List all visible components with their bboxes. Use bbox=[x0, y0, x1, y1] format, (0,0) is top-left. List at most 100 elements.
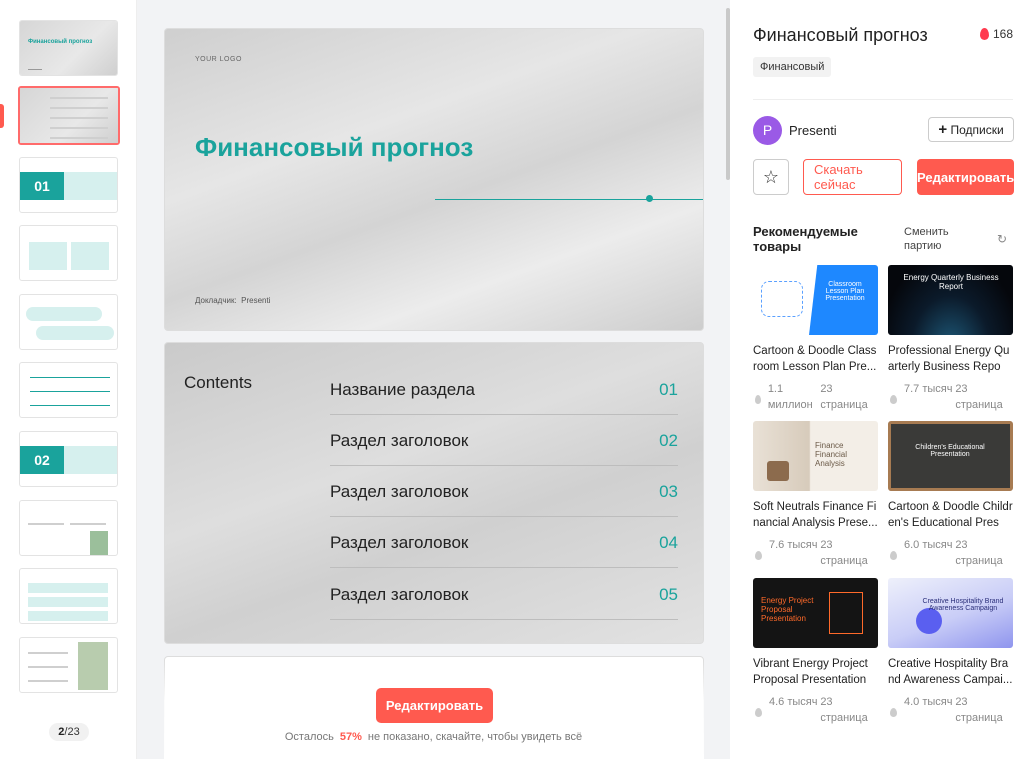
edit-button-center[interactable]: Редактировать bbox=[376, 688, 493, 723]
card-stats: 4.0 тысяч 23 страница bbox=[888, 694, 1013, 726]
slide-thumb-2[interactable] bbox=[18, 86, 120, 145]
contents-row: Раздел заголовок 02 bbox=[330, 415, 678, 466]
card-name: Cartoon & Doodle Classroom Lesson Plan P… bbox=[753, 345, 877, 373]
slide-title: Финансовый прогноз bbox=[195, 132, 474, 162]
recommended-card[interactable]: Children's Educational Presentation Cart… bbox=[888, 421, 1013, 569]
speaker-label: Докладчик: bbox=[195, 296, 237, 305]
contents-row-text: Раздел заголовок bbox=[330, 482, 469, 501]
card-thumb-text: Children's Educational Presentation bbox=[915, 444, 985, 458]
card-stats: 7.7 тысяч 23 страница bbox=[888, 381, 1013, 413]
thumb-band bbox=[28, 611, 108, 621]
slide-thumb-1[interactable]: Финансовый прогноз bbox=[19, 20, 118, 76]
refresh-icon[interactable]: ↻ bbox=[997, 232, 1007, 246]
contents-row-text: Раздел заголовок bbox=[330, 431, 469, 450]
remain-prefix: Осталось bbox=[284, 731, 334, 743]
thumb-line bbox=[50, 97, 108, 99]
slide-thumb-7[interactable]: 02 bbox=[19, 431, 118, 487]
thumb-background bbox=[20, 21, 117, 75]
card-name: Cartoon & Doodle Children's Educational … bbox=[888, 501, 1013, 529]
contents-row-number: 02 bbox=[659, 431, 678, 450]
recommended-card[interactable]: Energy Quarterly Business Report Profess… bbox=[888, 265, 1013, 413]
recommended-card[interactable]: Energy Project Proposal Presentation Vib… bbox=[753, 578, 878, 726]
card-pages: 23 страница bbox=[820, 696, 868, 724]
star-icon: ☆ bbox=[762, 166, 780, 188]
thumb-pill bbox=[36, 326, 114, 340]
card-thumbnail: Finance Financial Analysis bbox=[753, 421, 878, 491]
thumb-section-number: 01 bbox=[20, 172, 64, 200]
card-thumbnail: Creative Hospitality Brand Awareness Cam… bbox=[888, 578, 1013, 648]
download-button[interactable]: Скачать сейчас bbox=[803, 159, 902, 195]
likes-counter[interactable]: 168 bbox=[980, 27, 1013, 41]
slide-thumbnail-rail: Финансовый прогноз 01 02 2/23 bbox=[0, 0, 137, 759]
slide-thumb-3[interactable]: 01 bbox=[19, 157, 118, 213]
thumb-title: Финансовый прогноз bbox=[28, 39, 93, 45]
contents-title: Contents bbox=[184, 373, 253, 392]
thumb-line bbox=[28, 666, 68, 668]
card-pages: 23 страница bbox=[955, 539, 1003, 567]
edit-button[interactable]: Редактировать bbox=[917, 159, 1014, 195]
subscribe-button[interactable]: + Подписки bbox=[928, 117, 1014, 142]
thumb-line bbox=[28, 652, 68, 654]
card-views: 1.1 миллион bbox=[767, 383, 813, 411]
slide-thumb-5[interactable] bbox=[19, 294, 118, 350]
card-stats: 7.6 тысяч 23 страница bbox=[753, 537, 878, 569]
thumb-pill bbox=[26, 307, 102, 321]
contents-row-text: Название раздела bbox=[330, 380, 476, 399]
thumb-section-number: 02 bbox=[20, 446, 64, 474]
switch-batch-button[interactable]: Сменить партию bbox=[904, 225, 984, 253]
card-name: Vibrant Energy Project Proposal Presenta… bbox=[753, 658, 868, 686]
card-thumb-text: Classroom Lesson Plan Presentation bbox=[825, 281, 865, 302]
speaker-name: Presenti bbox=[241, 296, 271, 305]
contents-row-number: 05 bbox=[659, 585, 678, 604]
thumb-line bbox=[50, 107, 108, 109]
views-icon bbox=[755, 708, 762, 717]
flame-icon bbox=[980, 28, 989, 40]
page-total: /23 bbox=[64, 726, 80, 738]
card-views: 7.7 тысяч bbox=[904, 383, 953, 395]
thumb-line bbox=[30, 377, 110, 378]
card-name: Soft Neutrals Finance Financial Analysis… bbox=[753, 501, 878, 529]
thumb-plant bbox=[90, 531, 108, 555]
avatar[interactable]: P bbox=[753, 116, 782, 145]
thumb-line bbox=[30, 405, 110, 406]
card-name: Professional Energy Quarterly Business R… bbox=[888, 345, 1010, 373]
card-thumbnail: Energy Project Proposal Presentation bbox=[753, 578, 878, 648]
favorite-button[interactable]: ☆ bbox=[753, 159, 789, 195]
card-stats: 4.6 тысяч 23 страница bbox=[753, 694, 878, 726]
card-thumb-text: Energy Quarterly Business Report bbox=[903, 273, 999, 291]
views-icon bbox=[890, 395, 897, 404]
template-title: Финансовый прогноз bbox=[753, 25, 928, 45]
thumb-line bbox=[50, 137, 108, 139]
slide-thumb-9[interactable] bbox=[19, 568, 118, 624]
contents-row-number: 01 bbox=[659, 380, 678, 399]
category-tag[interactable]: Финансовый bbox=[753, 57, 832, 77]
active-slide-marker bbox=[0, 104, 4, 128]
slide-thumb-4[interactable] bbox=[19, 225, 118, 281]
views-icon bbox=[890, 551, 897, 560]
doodle-shape bbox=[761, 281, 803, 317]
page-counter: 2/23 bbox=[49, 723, 89, 741]
card-pages: 23 страница bbox=[820, 539, 868, 567]
slide-thumb-10[interactable] bbox=[19, 637, 118, 693]
recommended-card[interactable]: Creative Hospitality Brand Awareness Cam… bbox=[888, 578, 1013, 726]
slide-2-preview: Contents Название раздела 01 Раздел заго… bbox=[164, 342, 704, 644]
slide-thumb-6[interactable] bbox=[19, 362, 118, 418]
recommended-card[interactable]: Classroom Lesson Plan Presentation Carto… bbox=[753, 265, 878, 413]
divider bbox=[753, 99, 1013, 100]
recommended-card[interactable]: Finance Financial Analysis Soft Neutrals… bbox=[753, 421, 878, 569]
author-name[interactable]: Presenti bbox=[789, 123, 837, 138]
plus-icon: + bbox=[938, 121, 948, 138]
card-pages: 23 страница bbox=[955, 383, 1003, 411]
card-thumb-text: Energy Project Proposal Presentation bbox=[761, 596, 814, 623]
slide-logo-text: YOUR LOGO bbox=[195, 56, 242, 63]
views-icon bbox=[755, 551, 762, 560]
contents-row: Название раздела 01 bbox=[330, 364, 678, 415]
remain-suffix: не показано, скачайте, чтобы увидеть всё bbox=[367, 731, 583, 743]
subscribe-label: Подписки bbox=[950, 123, 1004, 137]
card-views: 6.0 тысяч bbox=[904, 539, 953, 551]
slide-thumb-8[interactable] bbox=[19, 500, 118, 556]
slide-preview-area[interactable]: YOUR LOGO Финансовый прогноз Докладчик: … bbox=[137, 0, 730, 759]
remain-percent: 57% bbox=[339, 731, 362, 743]
contents-row: Раздел заголовок 03 bbox=[330, 466, 678, 517]
thumb-line bbox=[70, 523, 106, 525]
